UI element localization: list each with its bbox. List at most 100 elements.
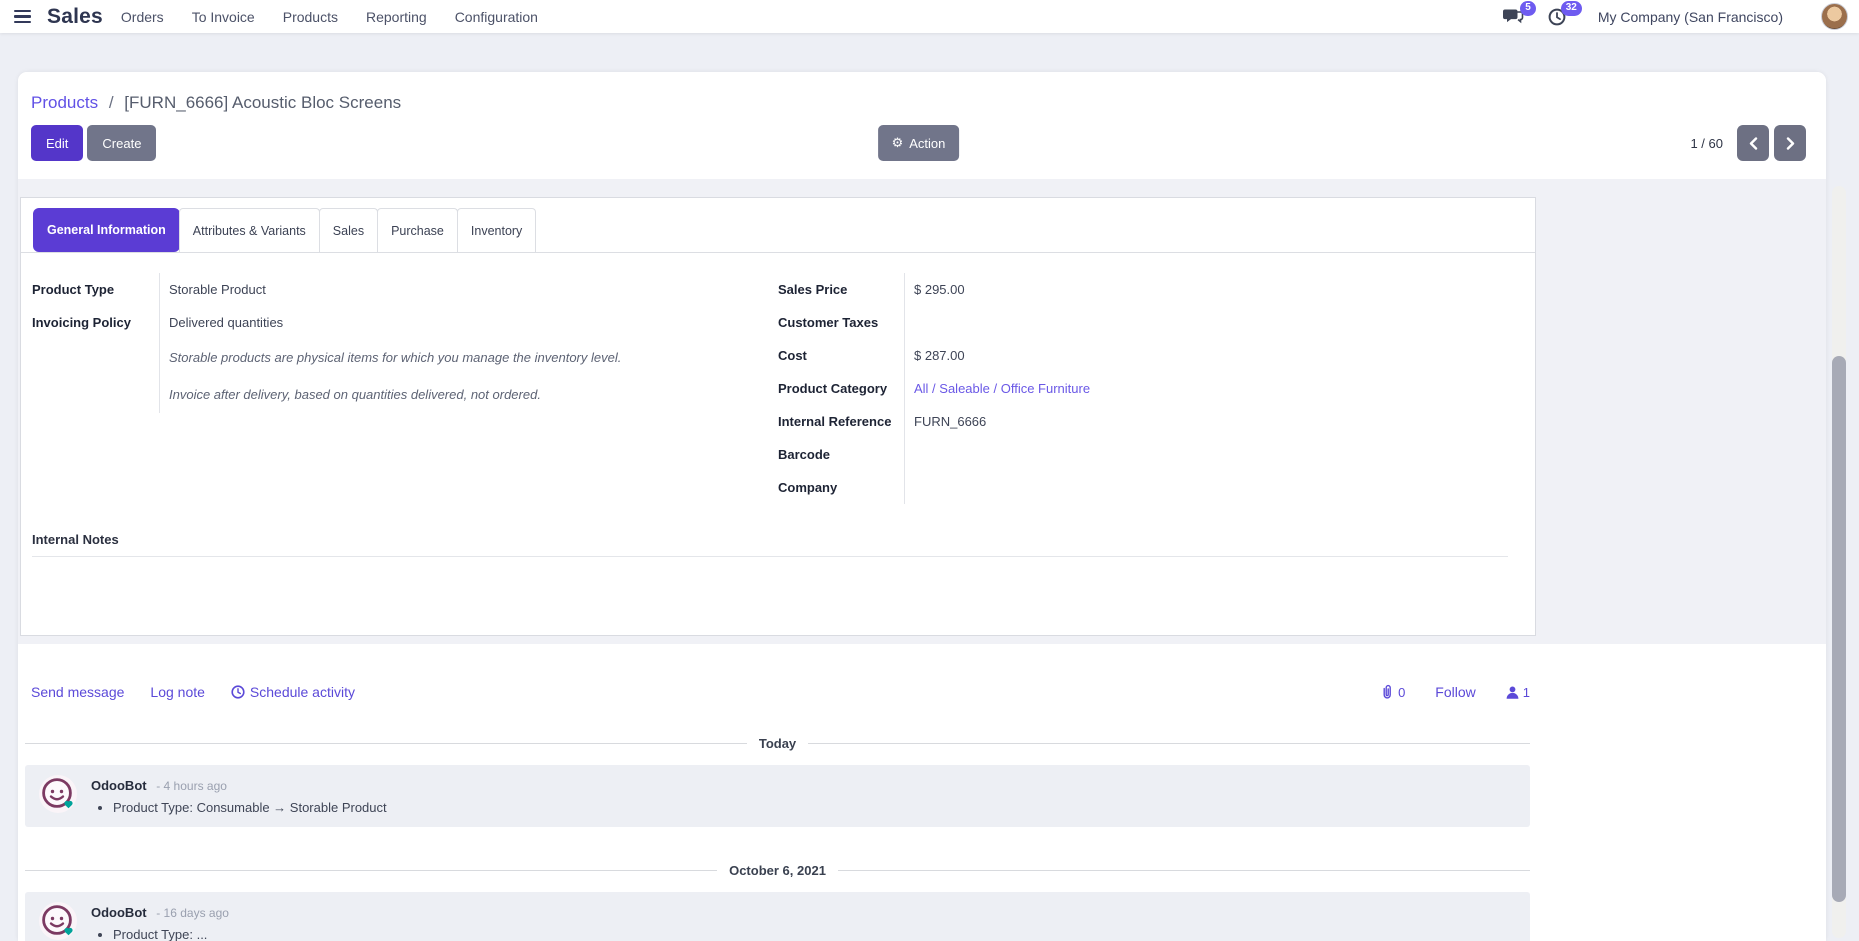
date-divider-october: October 6, 2021 bbox=[25, 863, 1530, 878]
followers-button[interactable]: 1 bbox=[1506, 685, 1530, 700]
action-button-label: Action bbox=[909, 136, 945, 151]
form-sheet: General Information Attributes & Variant… bbox=[20, 197, 1536, 636]
nav-item-configuration[interactable]: Configuration bbox=[455, 9, 538, 25]
message-content: OdooBot - 16 days ago Product Type: ... bbox=[91, 902, 229, 941]
internal-notes-body[interactable] bbox=[32, 557, 1508, 635]
scrollbar-thumb[interactable] bbox=[1832, 356, 1846, 902]
top-navbar: Sales Orders To Invoice Products Reporti… bbox=[0, 0, 1859, 33]
nav-item-orders[interactable]: Orders bbox=[121, 9, 164, 25]
send-message-button[interactable]: Send message bbox=[31, 684, 124, 700]
product-category-link[interactable]: All / Saleable / Office Furniture bbox=[914, 381, 1090, 396]
divider-line bbox=[808, 743, 1530, 744]
attachments-button[interactable]: 0 bbox=[1380, 684, 1405, 700]
messages-badge: 5 bbox=[1520, 1, 1536, 16]
user-avatar[interactable] bbox=[1821, 3, 1848, 30]
message-timestamp: - 16 days ago bbox=[156, 906, 229, 920]
follow-button[interactable]: Follow bbox=[1435, 684, 1475, 700]
breadcrumb-products-link[interactable]: Products bbox=[31, 93, 98, 112]
control-panel-buttons: Edit Create ⚙ Action 1 / 60 bbox=[31, 125, 1806, 161]
product-type-label: Product Type bbox=[32, 273, 159, 306]
schedule-clock-icon bbox=[231, 685, 245, 699]
nav-item-to-invoice[interactable]: To Invoice bbox=[192, 9, 255, 25]
message-timestamp: - 4 hours ago bbox=[156, 779, 227, 793]
chevron-left-icon bbox=[1749, 137, 1758, 150]
storable-help-text: Storable products are physical items for… bbox=[159, 339, 746, 376]
paperclip-icon bbox=[1380, 684, 1394, 700]
form-left-column: Product Type Storable Product Invoicing … bbox=[32, 273, 746, 504]
internal-reference-label: Internal Reference bbox=[778, 405, 904, 438]
notebook-tabs: General Information Attributes & Variant… bbox=[21, 198, 1535, 253]
barcode-label: Barcode bbox=[778, 438, 904, 471]
chatter-message: OdooBot - 16 days ago Product Type: ... bbox=[25, 892, 1530, 941]
odoobot-avatar bbox=[39, 902, 77, 940]
action-button[interactable]: ⚙ Action bbox=[878, 125, 960, 161]
sales-price-value: $ 295.00 bbox=[904, 273, 1494, 306]
chevron-right-icon bbox=[1786, 137, 1795, 150]
tab-purchase[interactable]: Purchase bbox=[377, 208, 458, 252]
send-message-label: Send message bbox=[31, 684, 124, 700]
action-manager-card: Products / [FURN_6666] Acoustic Bloc Scr… bbox=[18, 72, 1826, 941]
messages-icon[interactable]: 5 bbox=[1502, 7, 1526, 27]
tab-sales[interactable]: Sales bbox=[319, 208, 378, 252]
divider-date: October 6, 2021 bbox=[729, 863, 826, 878]
empty-label bbox=[32, 339, 159, 376]
page-title: [FURN_6666] Acoustic Bloc Screens bbox=[124, 93, 401, 112]
chatter-message: OdooBot - 4 hours ago Product Type: Cons… bbox=[25, 765, 1530, 827]
vertical-scrollbar bbox=[1832, 186, 1846, 938]
cost-label: Cost bbox=[778, 339, 904, 372]
log-note-label: Log note bbox=[150, 684, 205, 700]
nav-item-products[interactable]: Products bbox=[283, 9, 338, 25]
activities-badge: 32 bbox=[1561, 1, 1582, 16]
sales-price-label: Sales Price bbox=[778, 273, 904, 306]
breadcrumb-separator: / bbox=[109, 93, 114, 112]
divider-line bbox=[838, 870, 1530, 871]
customer-taxes-label: Customer Taxes bbox=[778, 306, 904, 339]
cost-value: $ 287.00 bbox=[904, 339, 1494, 372]
follow-zone: 0 Follow 1 bbox=[1380, 684, 1530, 700]
nav-item-reporting[interactable]: Reporting bbox=[366, 9, 427, 25]
internal-notes-title: Internal Notes bbox=[32, 532, 1508, 557]
tab-general-information[interactable]: General Information bbox=[33, 208, 180, 252]
nav-menu: Orders To Invoice Products Reporting Con… bbox=[121, 9, 538, 25]
tracking-change-item: Product Type: ... bbox=[113, 927, 229, 941]
chatter: Send message Log note Schedule activity bbox=[18, 644, 1826, 941]
schedule-activity-label: Schedule activity bbox=[250, 684, 355, 700]
message-content: OdooBot - 4 hours ago Product Type: Cons… bbox=[91, 775, 387, 815]
activities-icon[interactable]: 32 bbox=[1548, 7, 1572, 27]
pager-next-button[interactable] bbox=[1774, 125, 1806, 161]
create-button[interactable]: Create bbox=[87, 125, 156, 161]
invoicing-policy-label: Invoicing Policy bbox=[32, 306, 159, 339]
schedule-activity-button[interactable]: Schedule activity bbox=[231, 684, 355, 700]
barcode-value bbox=[904, 438, 1494, 471]
log-note-button[interactable]: Log note bbox=[150, 684, 205, 700]
company-value bbox=[904, 471, 1494, 504]
product-type-value: Storable Product bbox=[159, 273, 746, 306]
product-category-label: Product Category bbox=[778, 372, 904, 405]
tab-attributes-variants[interactable]: Attributes & Variants bbox=[179, 208, 320, 252]
internal-notes-section: Internal Notes bbox=[32, 532, 1508, 635]
attachment-count: 0 bbox=[1398, 685, 1405, 700]
control-panel: Products / [FURN_6666] Acoustic Bloc Scr… bbox=[18, 72, 1826, 179]
empty-label bbox=[32, 376, 159, 413]
pager-previous-button[interactable] bbox=[1737, 125, 1769, 161]
pager: 1 / 60 bbox=[1690, 125, 1806, 161]
divider-line bbox=[25, 870, 717, 871]
odoobot-avatar bbox=[39, 775, 77, 813]
divider-date: Today bbox=[759, 736, 796, 751]
company-switcher[interactable]: My Company (San Francisco) bbox=[1598, 9, 1783, 25]
hamburger-menu-icon[interactable] bbox=[8, 6, 37, 27]
message-author[interactable]: OdooBot bbox=[91, 778, 147, 793]
person-icon bbox=[1506, 686, 1519, 699]
navbar-right: 5 32 My Company (San Francisco) bbox=[1480, 3, 1848, 30]
edit-button[interactable]: Edit bbox=[31, 125, 83, 161]
product-category-value: All / Saleable / Office Furniture bbox=[904, 372, 1494, 405]
tab-inventory[interactable]: Inventory bbox=[457, 208, 536, 252]
app-brand[interactable]: Sales bbox=[47, 5, 103, 29]
chatter-actions: Send message Log note Schedule activity bbox=[31, 684, 1530, 700]
pager-count: 1 / 60 bbox=[1690, 136, 1723, 151]
invoicing-help-text: Invoice after delivery, based on quantit… bbox=[159, 376, 746, 413]
form-content-area: General Information Attributes & Variant… bbox=[18, 179, 1826, 941]
follower-count: 1 bbox=[1523, 685, 1530, 700]
divider-line bbox=[25, 743, 747, 744]
message-author[interactable]: OdooBot bbox=[91, 905, 147, 920]
